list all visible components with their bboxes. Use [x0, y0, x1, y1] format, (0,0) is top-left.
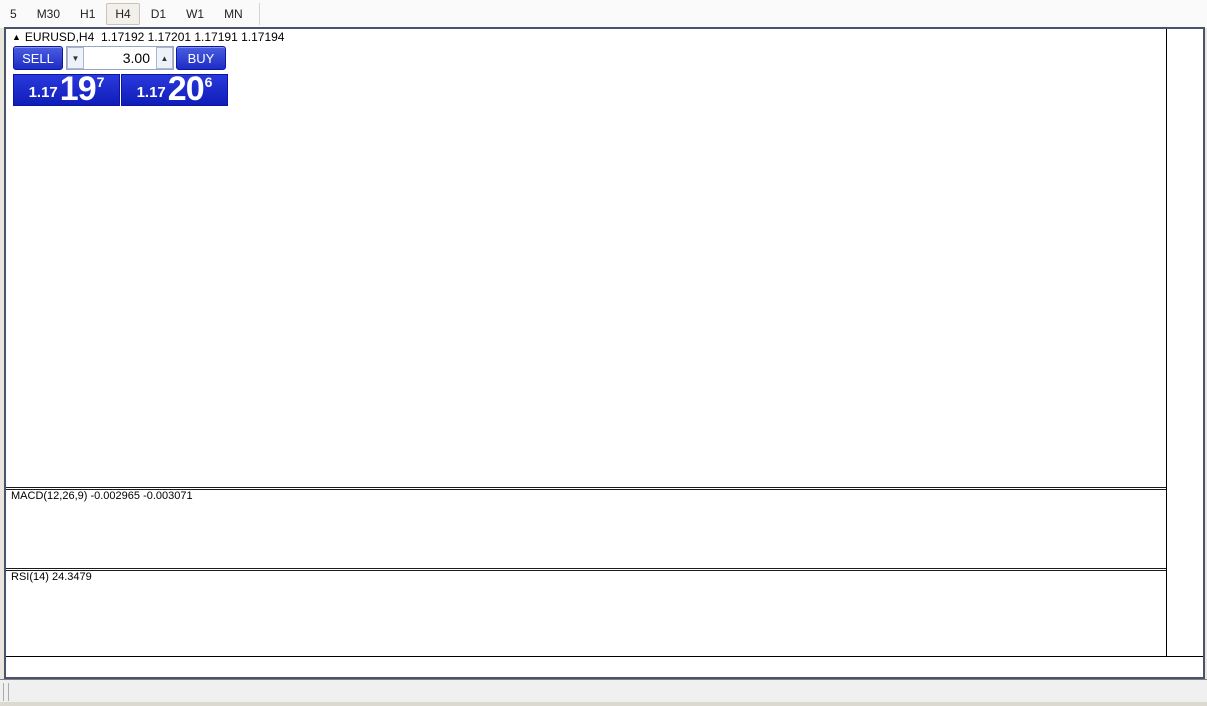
triangle-up-icon: ▲ [12, 32, 21, 42]
rsi-indicator-label: RSI(14) 24.3479 [11, 571, 92, 583]
status-strip [0, 702, 1207, 706]
price-axis[interactable] [1166, 29, 1203, 656]
buy-price-panel[interactable]: 1.17206 [121, 74, 228, 106]
mt4-application-window: 5M30H1H4D1W1MN ▲ EURUSD,H4 1.17192 1.1720… [0, 0, 1207, 706]
volume-increase-button[interactable]: ▲ [156, 47, 173, 69]
time-axis[interactable] [6, 656, 1203, 674]
timeframe-button-h1[interactable]: H1 [71, 3, 104, 25]
volume-box: ▼ 3.00 ▲ [66, 46, 174, 70]
sell-price-small: 1.17 [29, 84, 58, 101]
volume-input[interactable]: 3.00 [84, 47, 156, 69]
chart-tab-bar [0, 679, 1207, 703]
sell-button[interactable]: SELL [13, 46, 63, 70]
macd-indicator-label: MACD(12,26,9) -0.002965 -0.003071 [11, 490, 193, 502]
chart-window: ▲ EURUSD,H4 1.17192 1.17201 1.17191 1.171… [4, 27, 1205, 679]
buy-price-sup: 6 [205, 74, 213, 90]
toolbar-separator [259, 3, 260, 25]
sell-price-panel[interactable]: 1.17197 [13, 74, 120, 106]
chart-title: ▲ EURUSD,H4 1.17192 1.17201 1.17191 1.171… [12, 30, 284, 44]
buy-price-big: 20 [168, 74, 204, 104]
timeframe-button-d1[interactable]: D1 [142, 3, 175, 25]
timeframe-toolbar: 5M30H1H4D1W1MN [0, 0, 1207, 29]
timeframe-button-h4[interactable]: H4 [106, 3, 139, 25]
chart-title-ohlc: 1.17192 1.17201 1.17191 1.17194 [101, 30, 285, 44]
panel-divider[interactable] [6, 568, 1166, 571]
timeframe-button-5[interactable]: 5 [1, 3, 26, 25]
volume-decrease-button[interactable]: ▼ [67, 47, 84, 69]
buy-button[interactable]: BUY [176, 46, 226, 70]
sell-price-sup: 7 [97, 74, 105, 90]
one-click-trading-panel: SELL ▼ 3.00 ▲ BUY 1.17197 1.17206 [10, 44, 232, 106]
buy-price-small: 1.17 [137, 84, 166, 101]
tab-bar-grip[interactable] [3, 683, 9, 701]
timeframe-button-m30[interactable]: M30 [28, 3, 69, 25]
timeframe-button-mn[interactable]: MN [215, 3, 252, 25]
chart-title-symbol: EURUSD,H4 [25, 30, 94, 44]
sell-price-big: 19 [60, 74, 96, 104]
timeframe-button-w1[interactable]: W1 [177, 3, 213, 25]
